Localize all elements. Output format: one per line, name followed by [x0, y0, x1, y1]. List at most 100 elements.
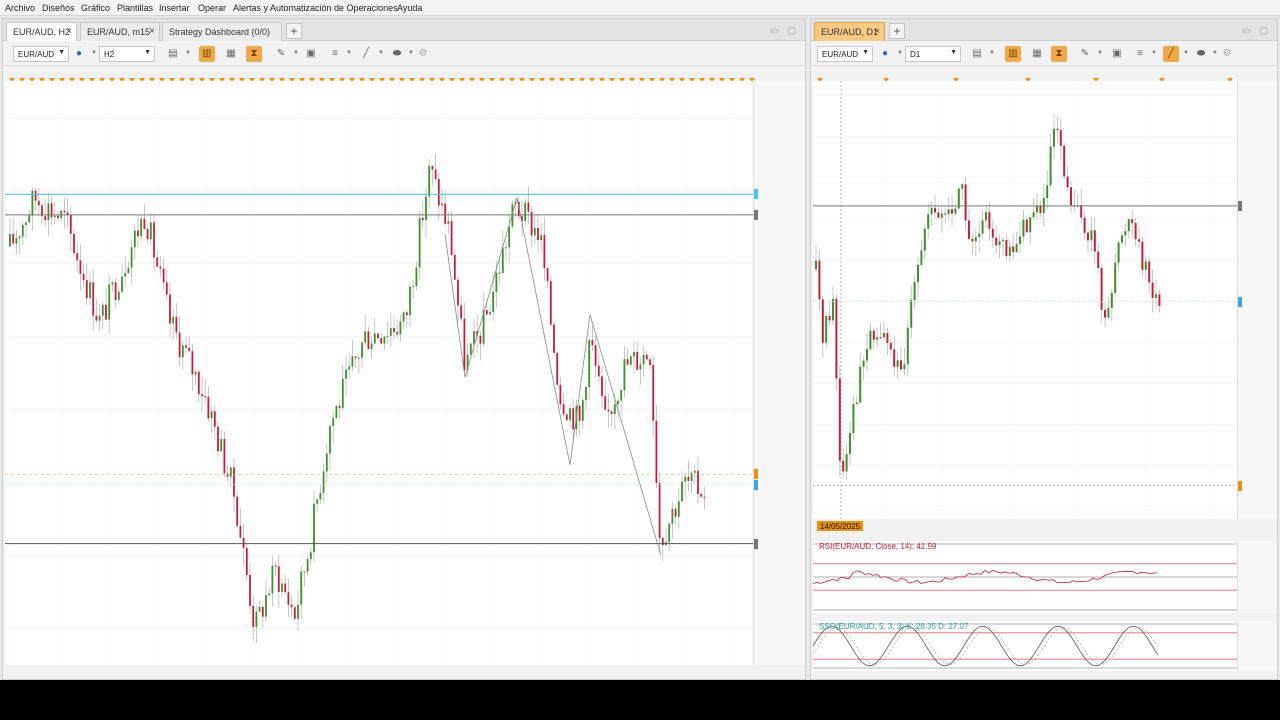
menu-disenos[interactable]: Diseños: [42, 3, 75, 13]
right-price-axis[interactable]: [1237, 81, 1277, 519]
candle-body: [261, 606, 264, 617]
window-controls[interactable]: ▭ ▢: [770, 25, 799, 36]
menu-archivo[interactable]: Archivo: [5, 3, 35, 13]
candle-body: [210, 411, 213, 419]
rsi-panel[interactable]: [813, 541, 1237, 613]
candle-body: [869, 330, 872, 349]
candle-body: [143, 218, 146, 230]
right-price-chart[interactable]: [813, 81, 1237, 519]
line-tool-icon[interactable]: ╱: [1163, 46, 1179, 62]
bars-icon[interactable]: ▦: [1029, 46, 1045, 62]
chart-type-icon[interactable]: ▤: [165, 46, 181, 62]
globe-icon[interactable]: ●: [877, 46, 893, 62]
left-price-axis[interactable]: [753, 81, 805, 665]
chevron-down-icon[interactable]: ▼: [1212, 50, 1218, 56]
close-icon[interactable]: ×: [66, 26, 72, 37]
list-icon[interactable]: ≡: [327, 46, 343, 62]
candle-body: [306, 559, 309, 572]
candle-body: [954, 208, 957, 214]
candle-body: [361, 342, 363, 358]
menu-insertar[interactable]: Insertar: [159, 3, 190, 13]
close-icon[interactable]: ×: [149, 26, 155, 37]
candle-body: [866, 348, 868, 361]
bars-icon[interactable]: ▦: [223, 46, 239, 62]
shape-icon[interactable]: ⬬: [1193, 46, 1209, 62]
candle-body: [1134, 222, 1137, 240]
chevron-down-icon[interactable]: ▼: [1183, 50, 1189, 56]
pencil-icon[interactable]: ✎: [273, 46, 289, 62]
candle-body: [1144, 261, 1147, 270]
candle-body: [1083, 217, 1086, 233]
left-tab-bar: EUR/AUD, H2 × EUR/AUD, m15 × Strategy Da…: [3, 19, 805, 41]
candle-body: [581, 400, 584, 421]
hourglass-icon[interactable]: ⧗: [1051, 46, 1067, 62]
trading-app: Archivo Diseños Gráfico Plantillas Inser…: [0, 0, 1280, 680]
left-price-chart[interactable]: [5, 81, 753, 665]
chart-type-icon[interactable]: ▤: [969, 46, 985, 62]
settings-icon[interactable]: ⚙: [1219, 46, 1235, 62]
candle-body: [910, 300, 913, 328]
period-select[interactable]: D1 ▼: [905, 46, 961, 62]
menu-plantillas[interactable]: Plantillas: [117, 3, 153, 13]
candle-body: [642, 354, 645, 365]
menu-alertas[interactable]: Alertas y Automatización de Operaciones: [233, 3, 398, 13]
globe-icon[interactable]: ●: [71, 46, 87, 62]
candle-body: [876, 337, 879, 340]
chevron-down-icon[interactable]: ▼: [185, 50, 191, 56]
shape-icon[interactable]: ⬬: [389, 46, 405, 62]
chevron-down-icon[interactable]: ▼: [989, 50, 995, 56]
candle-body: [1090, 230, 1093, 241]
image-icon[interactable]: ▣: [303, 46, 319, 62]
candle-body: [1056, 128, 1059, 131]
chevron-down-icon[interactable]: ▼: [346, 50, 352, 56]
close-icon[interactable]: ×: [874, 26, 880, 37]
candle-body: [73, 233, 75, 254]
hourglass-icon[interactable]: ⧗: [246, 46, 262, 62]
candle-body: [213, 411, 216, 427]
chevron-down-icon[interactable]: ▼: [408, 50, 414, 56]
candle-body: [165, 282, 168, 295]
candle-body: [373, 333, 376, 344]
tab-eur-aud-d1[interactable]: EUR/AUD, D1 ×: [814, 22, 885, 41]
instrument-select[interactable]: EUR/AUD ▼: [817, 46, 873, 62]
chevron-down-icon[interactable]: ▼: [293, 50, 299, 56]
settings-icon[interactable]: ⚙: [415, 46, 431, 62]
chevron-down-icon[interactable]: ▼: [897, 50, 903, 56]
chevron-down-icon[interactable]: ▼: [1097, 50, 1103, 56]
candle-body: [133, 230, 136, 248]
period-select[interactable]: H2 ▼: [99, 46, 155, 62]
add-tab-button[interactable]: +: [286, 23, 302, 39]
left-time-axis[interactable]: [5, 661, 753, 675]
image-icon[interactable]: ▣: [1109, 46, 1125, 62]
chevron-down-icon[interactable]: ▼: [91, 50, 97, 56]
trend-lines: [444, 197, 662, 556]
chevron-down-icon[interactable]: ▼: [1151, 50, 1157, 56]
chevron-down-icon[interactable]: ▼: [378, 50, 384, 56]
candle-body: [1039, 206, 1042, 214]
menu-grafico[interactable]: Gráfico: [81, 3, 110, 13]
list-icon[interactable]: ≡: [1132, 46, 1148, 62]
candle-body: [639, 364, 642, 370]
candle-body: [903, 364, 906, 370]
window-controls[interactable]: ▭ ▢: [1242, 25, 1271, 36]
tab-eur-aud-m15[interactable]: EUR/AUD, m15 ×: [80, 22, 160, 41]
candle-body: [149, 222, 152, 240]
add-tab-button[interactable]: +: [889, 23, 905, 39]
right-time-axis[interactable]: 14/05/2025: [813, 519, 1237, 533]
pencil-icon[interactable]: ✎: [1077, 46, 1093, 62]
candle-body: [607, 409, 610, 412]
candle-body: [495, 272, 498, 292]
candle-body: [1117, 242, 1120, 263]
price-label: [754, 189, 758, 200]
tab-strategy-dashboard[interactable]: Strategy Dashboard (0/0): [162, 22, 282, 41]
candles-icon[interactable]: ▥: [1005, 46, 1021, 62]
menu-operar[interactable]: Operar: [198, 3, 226, 13]
candle-body: [501, 247, 504, 273]
line-tool-icon[interactable]: ╱: [358, 46, 374, 62]
instrument-select[interactable]: EUR/AUD ▼: [13, 46, 69, 62]
candles-icon[interactable]: ▥: [199, 46, 215, 62]
tab-eur-aud-h2[interactable]: EUR/AUD, H2 ×: [6, 22, 77, 41]
candle-body: [300, 571, 303, 605]
candle-body: [569, 408, 571, 421]
menu-ayuda[interactable]: Ayuda: [397, 3, 422, 13]
